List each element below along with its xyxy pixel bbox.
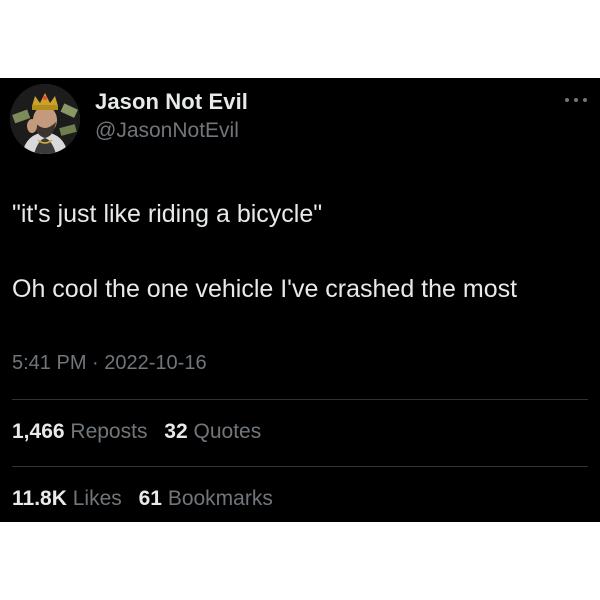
avatar-image <box>10 84 80 154</box>
tweet-time: 5:41 PM <box>12 352 87 374</box>
bookmarks-count: 61 <box>138 487 162 510</box>
reposts-label: Reposts <box>70 420 148 443</box>
likes-label: Likes <box>72 487 122 510</box>
reposts-stat[interactable]: 1,466 Reposts <box>12 420 158 443</box>
more-options-icon[interactable] <box>562 93 590 105</box>
engagement-row-reposts: 1,466 Reposts 32 Quotes <box>12 420 272 444</box>
quotes-label: Quotes <box>193 420 262 443</box>
meta-separator: · <box>92 352 99 374</box>
bookmarks-stat[interactable]: 61 Bookmarks <box>139 487 284 510</box>
tweet-card: Jason Not Evil @JasonNotEvil "it's just … <box>0 78 600 522</box>
likes-stat[interactable]: 11.8K Likes <box>12 487 133 510</box>
bookmarks-label: Bookmarks <box>167 487 273 510</box>
reposts-count: 1,466 <box>12 420 65 443</box>
divider <box>12 399 588 400</box>
engagement-row-likes: 11.8K Likes 61 Bookmarks <box>12 487 284 511</box>
quotes-count: 32 <box>164 420 188 443</box>
author-handle[interactable]: @JasonNotEvil <box>95 119 239 143</box>
tweet-date: 2022-10-16 <box>104 352 207 374</box>
likes-count: 11.8K <box>12 487 67 510</box>
tweet-text-line: Oh cool the one vehicle I've crashed the… <box>12 275 518 303</box>
divider <box>12 466 588 467</box>
author-display-name[interactable]: Jason Not Evil <box>95 89 248 115</box>
tweet-timestamp[interactable]: 5:41 PM · 2022-10-16 <box>12 352 207 375</box>
quotes-stat[interactable]: 32 Quotes <box>164 420 272 443</box>
tweet-text-line: "it's just like riding a bicycle" <box>12 200 323 228</box>
avatar[interactable] <box>10 84 80 154</box>
